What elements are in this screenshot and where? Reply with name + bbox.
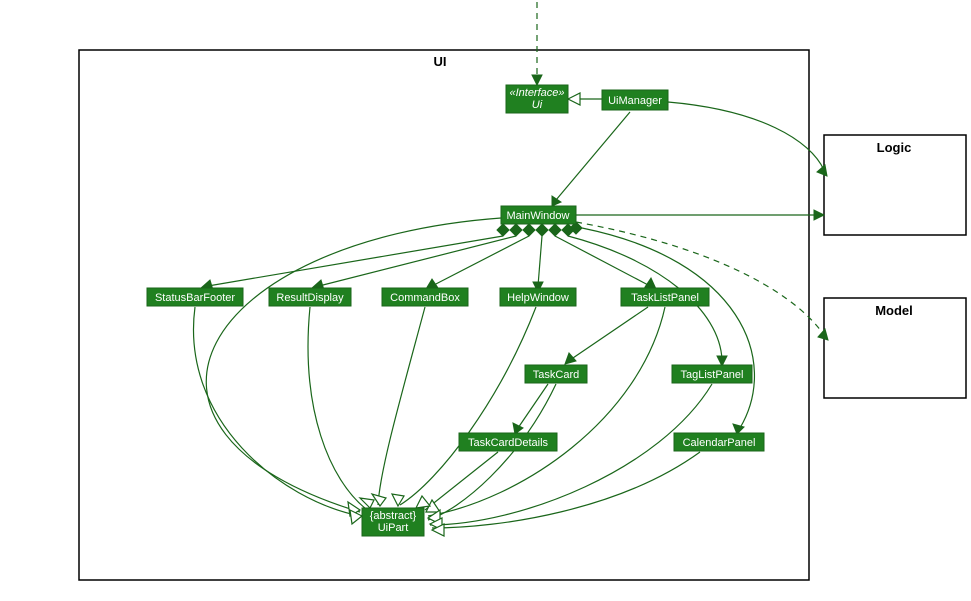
svg-text:MainWindow: MainWindow bbox=[507, 210, 570, 222]
uml-diagram: UI Logic Model bbox=[0, 0, 971, 601]
package-ui-label: UI bbox=[434, 54, 447, 69]
class-ui-interface: «Interface» Ui bbox=[506, 85, 568, 113]
svg-text:TagListPanel: TagListPanel bbox=[681, 369, 744, 381]
edge-commandbox-gen-uipart bbox=[378, 307, 425, 505]
package-ui: UI bbox=[79, 50, 809, 580]
class-calendar-panel: CalendarPanel bbox=[674, 433, 764, 451]
class-task-card: TaskCard bbox=[525, 365, 587, 383]
package-model: Model bbox=[824, 298, 966, 398]
arrowhead-taskcard-to-taskcarddetails bbox=[513, 423, 523, 434]
arrowhead-external-to-ui bbox=[532, 75, 542, 85]
class-main-window: MainWindow bbox=[501, 206, 576, 224]
edge-mainwindow-comp-resultdisplay bbox=[312, 224, 522, 290]
edge-mainwindow-gen-uipart bbox=[206, 218, 501, 512]
svg-text:TaskCardDetails: TaskCardDetails bbox=[468, 437, 549, 449]
class-command-box: CommandBox bbox=[382, 288, 468, 306]
svg-text:Ui: Ui bbox=[532, 99, 543, 111]
package-model-label: Model bbox=[875, 303, 913, 318]
class-help-window: HelpWindow bbox=[500, 288, 576, 306]
arrowhead-tasklistpanel-to-taskcard bbox=[565, 353, 576, 364]
arrowhead-mainwindow-to-logic bbox=[814, 210, 824, 220]
svg-text:StatusBarFooter: StatusBarFooter bbox=[155, 292, 235, 304]
class-tag-list-panel: TagListPanel bbox=[672, 365, 752, 383]
svg-text:TaskCard: TaskCard bbox=[533, 369, 579, 381]
package-logic: Logic bbox=[824, 135, 966, 235]
edge-resultdisplay-gen-uipart bbox=[308, 307, 366, 509]
svg-text:UiManager: UiManager bbox=[608, 95, 662, 107]
edge-calendarpanel-gen-uipart bbox=[432, 452, 700, 528]
edge-tasklistpanel-to-taskcard bbox=[570, 307, 648, 360]
class-status-bar-footer: StatusBarFooter bbox=[147, 288, 243, 306]
edge-mainwindow-comp-helpwindow bbox=[533, 224, 548, 292]
svg-text:ResultDisplay: ResultDisplay bbox=[276, 292, 344, 304]
class-result-display: ResultDisplay bbox=[269, 288, 351, 306]
arrowhead-mainwindow-to-model bbox=[818, 329, 828, 340]
package-logic-label: Logic bbox=[877, 140, 912, 155]
edge-uimanager-to-mainwindow bbox=[556, 112, 630, 200]
class-ui-manager: UiManager bbox=[602, 90, 668, 110]
arrowhead-uimanager-realize-ui bbox=[568, 93, 580, 105]
svg-text:CommandBox: CommandBox bbox=[390, 292, 460, 304]
class-ui-part: {abstract} UiPart bbox=[362, 508, 424, 536]
edge-mainwindow-comp-calendarpanel bbox=[570, 222, 754, 434]
svg-text:CalendarPanel: CalendarPanel bbox=[683, 437, 756, 449]
svg-text:UiPart: UiPart bbox=[378, 522, 409, 534]
svg-text:«Interface»: «Interface» bbox=[509, 87, 564, 99]
edge-taskcard-to-taskcarddetails bbox=[518, 384, 548, 428]
edge-taskcard-gen-uipart bbox=[428, 384, 556, 520]
edge-mainwindow-to-model bbox=[576, 222, 824, 335]
svg-text:HelpWindow: HelpWindow bbox=[507, 292, 569, 304]
svg-text:TaskListPanel: TaskListPanel bbox=[631, 292, 699, 304]
svg-text:{abstract}: {abstract} bbox=[370, 510, 417, 522]
edge-mainwindow-comp-statusbar bbox=[201, 224, 509, 290]
class-task-card-details: TaskCardDetails bbox=[459, 433, 557, 451]
edge-tasklistpanel-gen-uipart bbox=[428, 307, 665, 516]
class-task-list-panel: TaskListPanel bbox=[621, 288, 709, 306]
arrowhead-uimanager-to-mainwindow bbox=[552, 196, 561, 206]
edge-uimanager-to-logic bbox=[668, 102, 824, 170]
